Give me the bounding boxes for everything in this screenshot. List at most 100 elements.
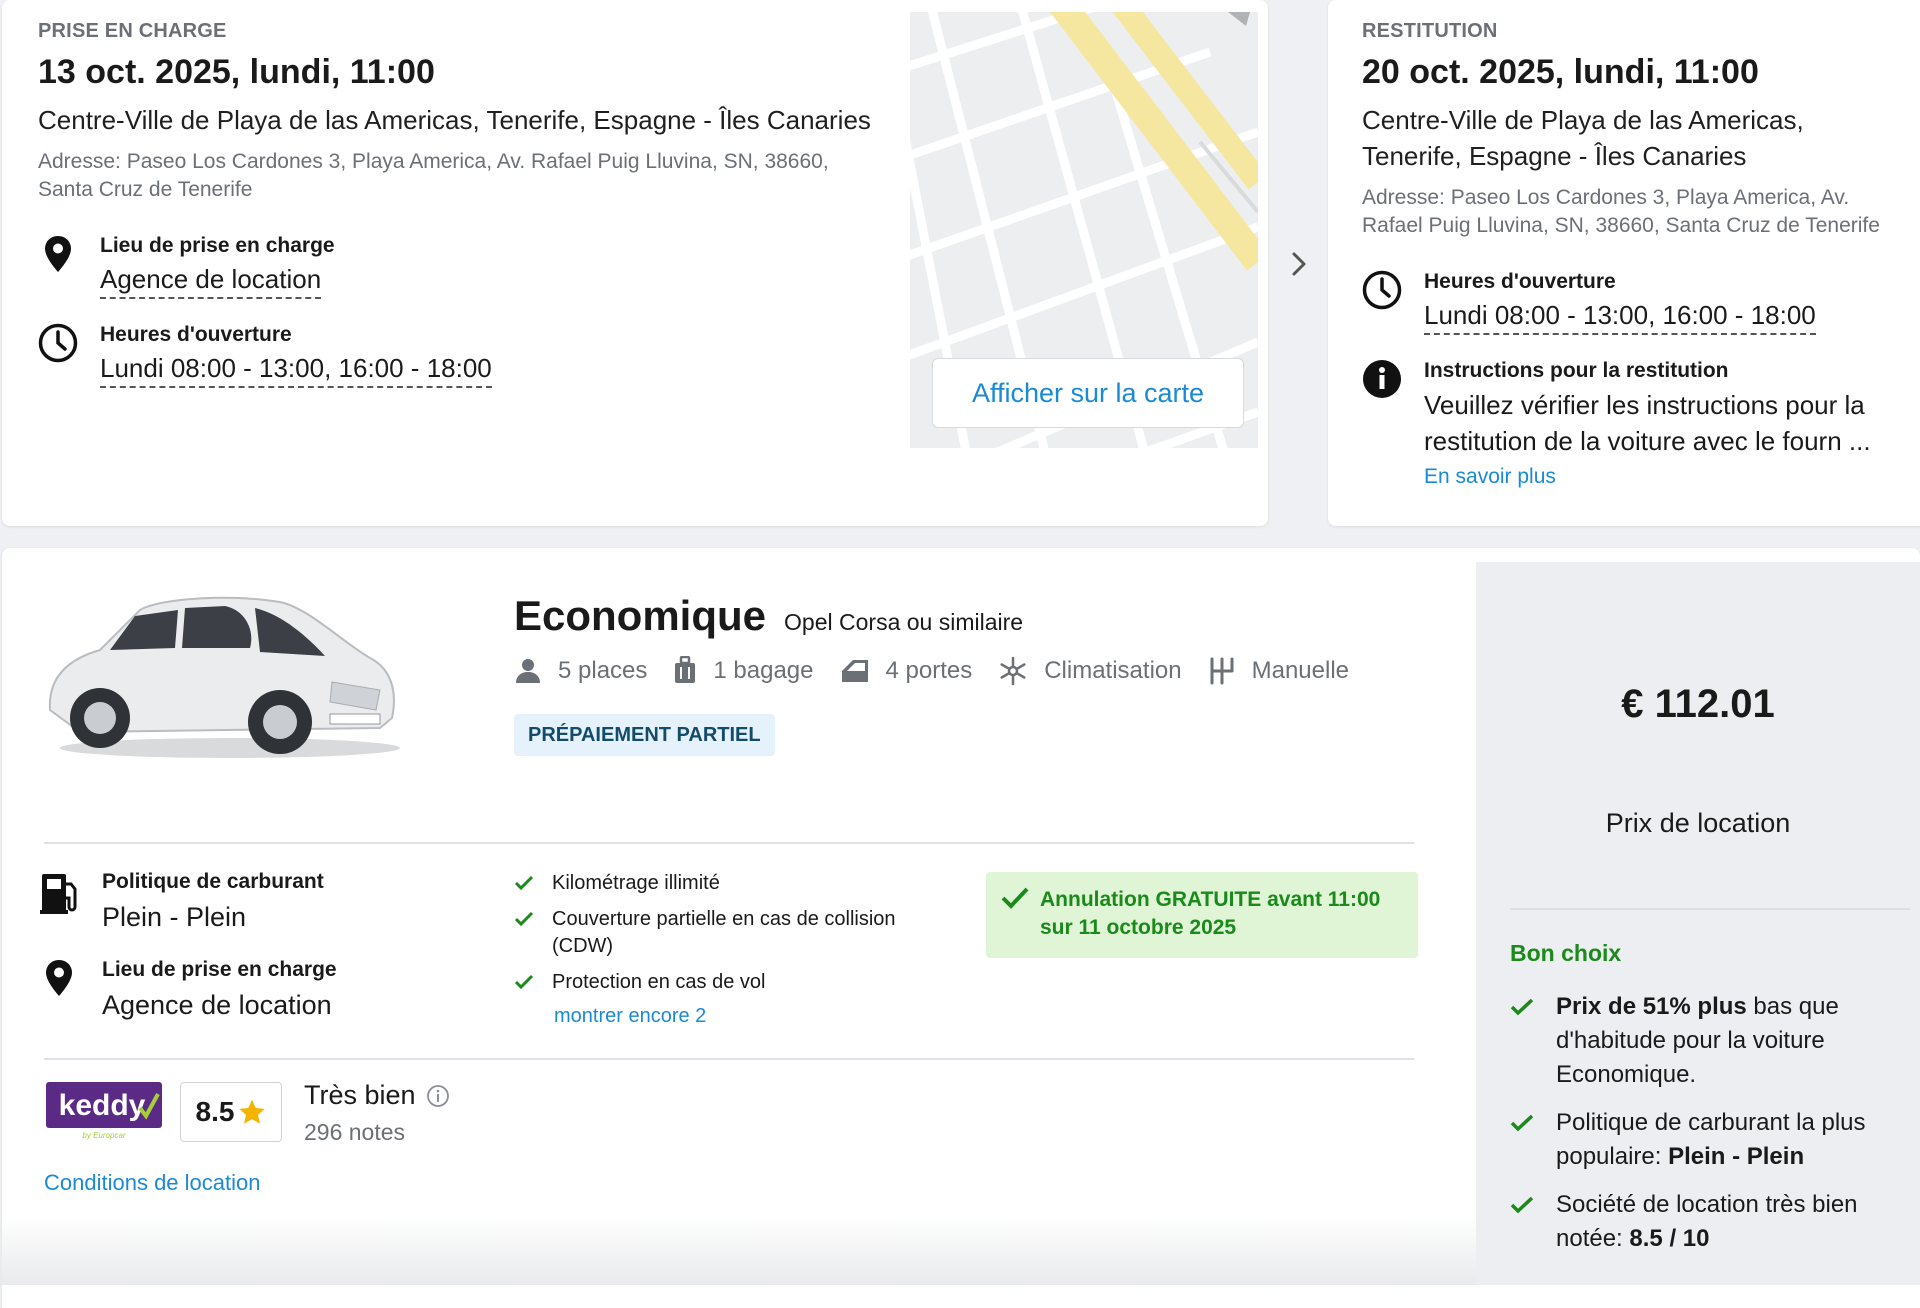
supplier-logo-sub: by Europcar bbox=[82, 1131, 125, 1140]
spec-doors: 4 portes bbox=[840, 657, 973, 685]
good-choice-item: Prix de 51% plus bas que d'habitude pour… bbox=[1510, 990, 1900, 1092]
inclusion-item: Kilométrage illimité bbox=[514, 870, 934, 897]
pickup-location-feature: Lieu de prise en charge Agence de locati… bbox=[40, 958, 337, 1021]
pickup-date: 13 oct. 2025, lundi, 11:00 bbox=[38, 53, 435, 91]
price: € 112.01 bbox=[1621, 682, 1775, 726]
pickup-hours-label: Heures d'ouverture bbox=[100, 323, 292, 346]
star-icon bbox=[239, 1099, 266, 1124]
spec-seats: 5 places bbox=[514, 657, 647, 685]
pickup-address: Adresse: Paseo Los Cardones 3, Playa Ame… bbox=[38, 150, 829, 201]
show-on-map-button[interactable]: Afficher sur la carte bbox=[932, 358, 1244, 428]
dropoff-hours-row: Heures d'ouverture Lundi 08:00 - 13:00, … bbox=[1362, 270, 1902, 335]
dropoff-card: RESTITUTION 20 oct. 2025, lundi, 11:00 C… bbox=[1328, 0, 1920, 526]
pickup-location-label: Lieu de prise en charge bbox=[100, 234, 335, 257]
rating-label: Très bien bbox=[304, 1080, 416, 1110]
dropoff-date: 20 oct. 2025, lundi, 11:00 bbox=[1362, 53, 1759, 91]
reason-strong: Plein - Plein bbox=[1668, 1143, 1805, 1170]
next-chevron-icon[interactable] bbox=[1284, 244, 1314, 284]
price-panel: € 112.01 Prix de location Bon choix Prix… bbox=[1476, 562, 1920, 1285]
review-count: 296 notes bbox=[304, 1119, 406, 1145]
clock-icon bbox=[1362, 270, 1402, 310]
check-icon bbox=[514, 875, 534, 891]
spec-gearbox: Manuelle bbox=[1208, 656, 1349, 686]
good-choice-item: Société de location très bien notée: 8.5… bbox=[1510, 1188, 1900, 1256]
pickup-place: Centre-Ville de Playa de las Americas, T… bbox=[38, 105, 871, 135]
learn-more-link[interactable]: En savoir plus bbox=[1424, 465, 1902, 489]
spec-doors-label: 4 portes bbox=[885, 657, 973, 684]
fuel-policy-label: Politique de carburant bbox=[102, 870, 324, 893]
inclusion-text: Couverture partielle en cas de collision… bbox=[552, 908, 896, 957]
info-outline-icon[interactable] bbox=[426, 1084, 450, 1108]
supplier-score-value: 8.5 bbox=[195, 1096, 235, 1127]
person-icon bbox=[516, 659, 540, 683]
snowflake-icon bbox=[1000, 656, 1026, 686]
good-choice-item: Politique de carburant la plus populaire… bbox=[1510, 1106, 1900, 1174]
spec-seats-label: 5 places bbox=[558, 657, 648, 684]
supplier-logo-text: keddy bbox=[59, 1089, 146, 1122]
supplier-rating: Très bien 296 notes bbox=[304, 1080, 450, 1146]
check-icon bbox=[514, 974, 534, 990]
dropoff-instructions-text: Veuillez vérifier les instructions pour … bbox=[1424, 390, 1871, 456]
spec-ac-label: Climatisation bbox=[1044, 657, 1182, 684]
spec-ac: Climatisation bbox=[998, 656, 1182, 686]
dropoff-place: Centre-Ville de Playa de las Americas, T… bbox=[1362, 105, 1804, 171]
inclusion-item: Couverture partielle en cas de collision… bbox=[514, 906, 934, 960]
free-cancellation-banner: Annulation GRATUITE avant 11:00 sur 11 o… bbox=[986, 872, 1418, 958]
luggage-icon bbox=[675, 656, 696, 683]
car-title: Economique Opel Corsa ou similaire bbox=[514, 592, 1023, 640]
good-choice-list: Prix de 51% plus bas que d'habitude pour… bbox=[1510, 990, 1900, 1270]
fuel-policy: Politique de carburant Plein - Plein bbox=[40, 870, 324, 933]
dropoff-eyebrow: RESTITUTION bbox=[1362, 20, 1498, 42]
info-icon bbox=[1362, 359, 1402, 399]
pickup-card: PRISE EN CHARGE 13 oct. 2025, lundi, 11:… bbox=[2, 0, 1268, 526]
fuel-pump-icon bbox=[40, 870, 102, 933]
reason-strong: Prix de 51% plus bbox=[1556, 993, 1747, 1020]
car-class: Economique bbox=[514, 592, 767, 639]
inclusion-text: Kilométrage illimité bbox=[552, 872, 720, 894]
price-panel-divider bbox=[1510, 908, 1910, 910]
check-icon bbox=[1510, 998, 1534, 1016]
price-label: Prix de location bbox=[1605, 808, 1791, 838]
good-choice-title: Bon choix bbox=[1510, 940, 1622, 966]
location-pin-icon bbox=[40, 958, 102, 1021]
check-icon bbox=[514, 911, 534, 927]
offer-divider-top bbox=[44, 842, 1414, 844]
clock-icon bbox=[38, 323, 78, 363]
free-cancellation-text: Annulation GRATUITE avant 11:00 sur 11 o… bbox=[1040, 888, 1381, 939]
offer-divider-bottom bbox=[44, 1058, 1414, 1060]
spec-bags: 1 bagage bbox=[673, 656, 814, 686]
reason-strong: 8.5 / 10 bbox=[1629, 1225, 1710, 1252]
pickup-location-feature-value: Agence de location bbox=[102, 990, 332, 1020]
fuel-policy-value: Plein - Plein bbox=[102, 902, 247, 932]
prepayment-badge: PRÉPAIEMENT PARTIEL bbox=[514, 714, 775, 756]
pickup-hours-row: Heures d'ouverture Lundi 08:00 - 13:00, … bbox=[38, 323, 878, 388]
supplier-logo: keddy by Europcar bbox=[46, 1082, 162, 1142]
pickup-location-value[interactable]: Agence de location bbox=[100, 264, 322, 299]
rental-terms-link[interactable]: Conditions de location bbox=[44, 1170, 260, 1196]
pickup-location-row: Lieu de prise en charge Agence de locati… bbox=[38, 234, 878, 299]
car-model: Opel Corsa ou similaire bbox=[784, 609, 1024, 635]
spec-bags-label: 1 bagage bbox=[713, 657, 814, 684]
check-icon bbox=[1001, 887, 1029, 909]
show-more-inclusions-link[interactable]: montrer encore 2 bbox=[554, 1005, 934, 1028]
check-icon bbox=[1510, 1114, 1534, 1132]
check-icon bbox=[1510, 1196, 1534, 1214]
pickup-hours-value[interactable]: Lundi 08:00 - 13:00, 16:00 - 18:00 bbox=[100, 353, 492, 388]
inclusion-text: Protection en cas de vol bbox=[552, 971, 766, 993]
location-pin-icon bbox=[38, 234, 78, 274]
bottom-fade bbox=[0, 1215, 1476, 1285]
dropoff-instructions-row: Instructions pour la restitution Veuille… bbox=[1362, 359, 1902, 489]
pickup-location-feature-label: Lieu de prise en charge bbox=[102, 958, 337, 981]
dropoff-hours-label: Heures d'ouverture bbox=[1424, 270, 1616, 293]
dropoff-instructions-label: Instructions pour la restitution bbox=[1424, 359, 1729, 382]
pickup-eyebrow: PRISE EN CHARGE bbox=[38, 20, 227, 42]
inclusion-item: Protection en cas de vol bbox=[514, 969, 934, 996]
dropoff-address: Adresse: Paseo Los Cardones 3, Playa Ame… bbox=[1362, 186, 1880, 237]
dropoff-hours-value[interactable]: Lundi 08:00 - 13:00, 16:00 - 18:00 bbox=[1424, 300, 1816, 335]
spec-gearbox-label: Manuelle bbox=[1251, 657, 1350, 684]
car-specs: 5 places 1 bagage 4 portes Climatisation… bbox=[514, 656, 1375, 686]
inclusions-list: Kilométrage illimité Couverture partiell… bbox=[514, 870, 934, 1028]
car-door-icon bbox=[841, 660, 868, 682]
car-image bbox=[40, 590, 400, 760]
gearbox-icon bbox=[1210, 657, 1234, 685]
